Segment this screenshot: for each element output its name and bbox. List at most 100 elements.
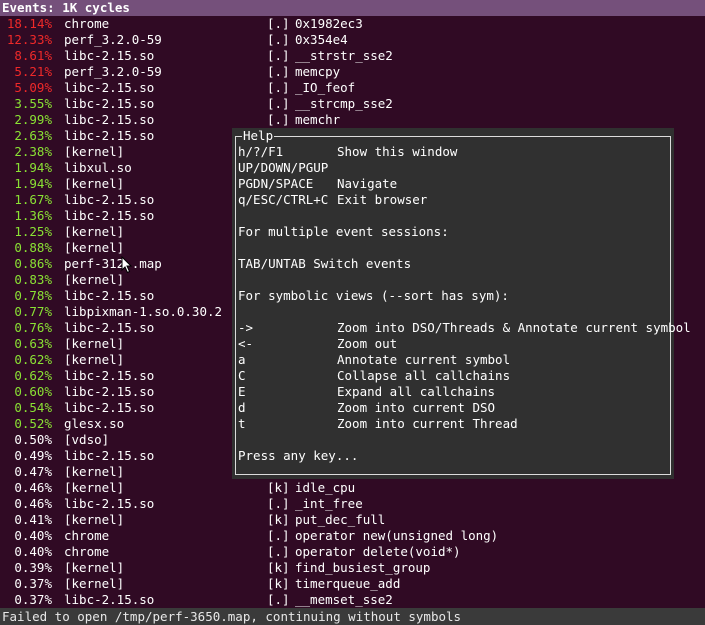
sample-symbol: operator new(unsigned long) <box>295 528 499 543</box>
sample-level: [.] <box>267 16 290 31</box>
sample-dso: [vdso] <box>64 432 110 447</box>
help-key: t <box>238 416 246 431</box>
sample-percent: 2.99% <box>14 112 52 127</box>
sample-row[interactable]: 3.55% libc-2.15.so [.] __strcmp_sse2 <box>0 96 705 112</box>
sample-row[interactable]: 0.40% chrome [.] operator delete(void*) <box>0 544 705 560</box>
sample-level: [.] <box>267 544 290 559</box>
sample-dso: [kernel] <box>64 240 125 255</box>
sample-dso: [kernel] <box>64 464 125 479</box>
sample-level: [k] <box>267 560 290 575</box>
sample-row[interactable]: 2.99% libc-2.15.so [.] memchr <box>0 112 705 128</box>
sample-symbol: __memset_sse2 <box>295 592 393 607</box>
help-description: Exit browser <box>337 192 428 207</box>
sample-row[interactable]: 0.37% libc-2.15.so [.] __memset_sse2 <box>0 592 705 608</box>
help-key: h/?/F1 <box>238 144 284 159</box>
sample-percent: 5.21% <box>14 64 52 79</box>
mouse-pointer-icon <box>121 256 133 274</box>
help-description: Navigate <box>337 176 398 191</box>
sample-row[interactable]: 0.39% [kernel] [k] find_busiest_group <box>0 560 705 576</box>
sample-row[interactable]: 5.21% perf_3.2.0-59 [.] memcpy <box>0 64 705 80</box>
status-bar: Failed to open /tmp/perf-3650.map, conti… <box>0 608 705 625</box>
help-description: Zoom into current DSO <box>337 400 496 415</box>
help-popup: Help h/?/F1 Show this window UP/DOWN/PGUP P… <box>232 128 691 479</box>
sample-percent: 0.62% <box>14 368 52 383</box>
sample-percent: 18.14% <box>6 16 52 31</box>
sample-dso: [kernel] <box>64 480 125 495</box>
sample-level: [.] <box>267 112 290 127</box>
help-description: Collapse all callchains <box>337 368 511 383</box>
sample-dso: libc-2.15.so <box>64 80 155 95</box>
sample-level: [.] <box>267 80 290 95</box>
sample-symbol: operator delete(void*) <box>295 544 461 559</box>
sample-row[interactable]: 0.46% libc-2.15.so [.] _int_free <box>0 496 705 512</box>
help-description: Annotate current symbol <box>337 352 511 367</box>
sample-percent: 0.40% <box>14 544 52 559</box>
sample-dso: perf_3.2.0-59 <box>64 64 162 79</box>
sample-row[interactable]: 0.41% [kernel] [k] put_dec_full <box>0 512 705 528</box>
sample-row[interactable]: 0.37% [kernel] [k] timerqueue_add <box>0 576 705 592</box>
sample-dso: chrome <box>64 16 110 31</box>
help-key: C <box>238 368 246 383</box>
sample-row[interactable]: 8.61% libc-2.15.so [.] __strstr_sse2 <box>0 48 705 64</box>
help-key: d <box>238 400 246 415</box>
sample-level: [k] <box>267 512 290 527</box>
sample-dso: perf-312 .map <box>64 256 162 271</box>
help-key: UP/DOWN/PGUP <box>238 160 329 175</box>
sample-dso: libxul.so <box>64 160 132 175</box>
help-key: q/ESC/CTRL+C <box>238 192 329 207</box>
sample-level: [.] <box>267 96 290 111</box>
sample-dso: libc-2.15.so <box>64 192 155 207</box>
sample-symbol: __strstr_sse2 <box>295 48 393 63</box>
sample-symbol: __strcmp_sse2 <box>295 96 393 111</box>
sample-level: [k] <box>267 480 290 495</box>
sample-row[interactable]: 0.40% chrome [.] operator new(unsigned long… <box>0 528 705 544</box>
sample-percent: 2.38% <box>14 144 52 159</box>
sample-level: [.] <box>267 592 290 607</box>
sample-level: [.] <box>267 32 290 47</box>
help-key: E <box>238 384 246 399</box>
sample-symbol: idle_cpu <box>295 480 356 495</box>
sample-dso: libpixman-1.so.0.30.2 <box>64 304 223 319</box>
sample-row[interactable]: 5.09% libc-2.15.so [.] _IO_feof <box>0 80 705 96</box>
help-key: PGDN/SPACE <box>238 176 314 191</box>
sample-percent: 5.09% <box>14 80 52 95</box>
sample-dso: libc-2.15.so <box>64 368 155 383</box>
sample-percent: 0.50% <box>14 432 52 447</box>
sample-percent: 0.37% <box>14 592 52 607</box>
sample-percent: 1.94% <box>14 160 52 175</box>
sample-dso: [kernel] <box>64 336 125 351</box>
sample-row[interactable]: 18.14% chrome [.] 0x1982ec3 <box>0 16 705 32</box>
sample-symbol: _IO_feof <box>295 80 356 95</box>
sample-dso: libc-2.15.so <box>64 384 155 399</box>
sample-symbol: 0x354e4 <box>295 32 348 47</box>
sample-percent: 0.52% <box>14 416 52 431</box>
sample-percent: 0.76% <box>14 320 52 335</box>
sample-dso: [kernel] <box>64 144 125 159</box>
sample-row[interactable]: 0.46% [kernel] [k] idle_cpu <box>0 480 705 496</box>
help-description: Zoom out <box>337 336 398 351</box>
sample-percent: 0.46% <box>14 480 52 495</box>
sample-symbol: find_busiest_group <box>295 560 431 575</box>
sample-percent: 0.78% <box>14 288 52 303</box>
sample-percent: 0.41% <box>14 512 52 527</box>
help-description: Expand all callchains <box>337 384 496 399</box>
help-description: Zoom into current Thread <box>337 416 518 431</box>
sample-dso: libc-2.15.so <box>64 128 155 143</box>
sample-dso: chrome <box>64 544 110 559</box>
sample-level: [.] <box>267 496 290 511</box>
sample-symbol: timerqueue_add <box>295 576 401 591</box>
sample-level: [.] <box>267 48 290 63</box>
sample-percent: 12.33% <box>6 32 52 47</box>
sample-percent: 1.94% <box>14 176 52 191</box>
sample-dso: [kernel] <box>64 272 125 287</box>
sample-symbol: 0x1982ec3 <box>295 16 363 31</box>
help-key: For multiple event sessions: <box>238 224 449 239</box>
help-description: Zoom into DSO/Threads & Annotate current… <box>337 320 691 335</box>
sample-percent: 0.60% <box>14 384 52 399</box>
sample-percent: 0.77% <box>14 304 52 319</box>
sample-row[interactable]: 12.33% perf_3.2.0-59 [.] 0x354e4 <box>0 32 705 48</box>
sample-dso: libc-2.15.so <box>64 288 155 303</box>
sample-dso: libc-2.15.so <box>64 496 155 511</box>
events-title: Events: 1K cycles <box>2 0 130 15</box>
title-bar: Events: 1K cycles <box>0 0 705 16</box>
